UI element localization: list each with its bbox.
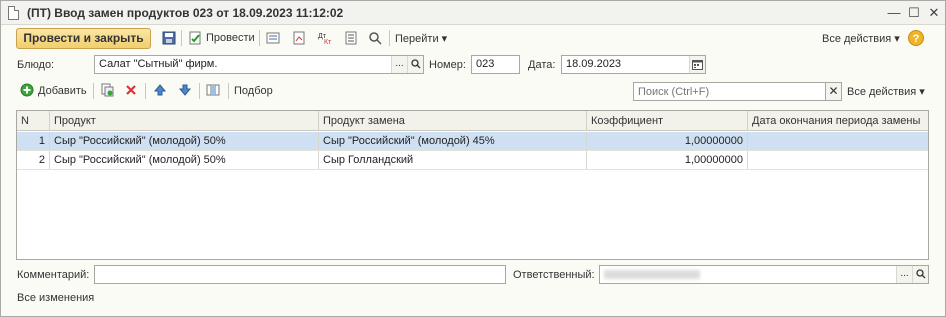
column-header-product[interactable]: Продукт — [50, 111, 319, 131]
column-header-end-date[interactable]: Дата окончания периода замены — [748, 111, 928, 131]
dish-field[interactable]: Салат "Сытный" фирм. ... — [94, 55, 424, 74]
date-field[interactable]: 18.09.2023 — [561, 55, 706, 74]
all-changes-label: Все изменения — [17, 292, 95, 304]
window-title: (ПТ) Ввод замен продуктов 023 от 18.09.2… — [27, 6, 344, 20]
toolbar-separator — [181, 30, 182, 46]
toolbar-separator — [259, 30, 260, 46]
search-icon[interactable] — [407, 56, 423, 73]
number-field[interactable]: 023 — [471, 55, 520, 74]
toolbar-separator — [389, 30, 390, 46]
post-and-close-button[interactable]: Провести и закрыть — [16, 28, 151, 49]
clear-search-icon[interactable]: ✕ — [825, 82, 842, 101]
move-up-icon[interactable] — [152, 82, 168, 98]
select-ellipsis-icon[interactable]: ... — [391, 56, 407, 73]
move-down-icon[interactable] — [177, 82, 193, 98]
report-icon[interactable] — [291, 30, 307, 46]
all-actions-menu[interactable]: Все действия ▾ — [822, 32, 900, 45]
responsible-field[interactable]: ... — [599, 265, 929, 284]
toolbar-separator — [199, 83, 200, 99]
coefficient-cell[interactable]: 1,00000000 — [587, 151, 748, 169]
dish-label: Блюдо: — [17, 59, 55, 71]
find-icon[interactable] — [367, 30, 383, 46]
product-cell[interactable]: Сыр "Российский" (молодой) 50% — [50, 132, 319, 150]
add-button[interactable]: Добавить — [38, 85, 87, 97]
product-cell[interactable]: Сыр "Российский" (молодой) 50% — [50, 151, 319, 169]
document-icon — [8, 6, 19, 20]
column-header-n[interactable]: N — [17, 111, 50, 131]
end-date-cell[interactable] — [748, 151, 928, 169]
close-button[interactable]: ✕ — [926, 5, 942, 21]
title-bar: (ПТ) Ввод замен продуктов 023 от 18.09.2… — [1, 1, 945, 25]
dt-kt-icon[interactable]: Дт Кт — [317, 30, 333, 46]
table-header: N Продукт Продукт замена Коэффициент Дат… — [17, 111, 928, 131]
date-label: Дата: — [528, 59, 556, 71]
date-value: 18.09.2023 — [566, 58, 622, 70]
toolbar-separator — [93, 83, 94, 99]
number-value: 023 — [476, 58, 495, 70]
post-button[interactable]: Провести — [206, 32, 255, 44]
post-icon[interactable] — [187, 30, 203, 46]
products-table[interactable]: N Продукт Продукт замена Коэффициент Дат… — [16, 110, 929, 260]
copy-icon[interactable] — [99, 82, 115, 98]
document-window: (ПТ) Ввод замен продуктов 023 от 18.09.2… — [0, 0, 946, 317]
delete-icon[interactable] — [123, 82, 139, 98]
column-header-replacement[interactable]: Продукт замена — [319, 111, 587, 131]
responsible-label: Ответственный: — [513, 269, 595, 281]
responsible-search-icon[interactable] — [912, 266, 928, 283]
table-row[interactable]: 1 Сыр "Российский" (молодой) 50% Сыр "Ро… — [17, 132, 928, 151]
replacement-cell[interactable]: Сыр "Российский" (молодой) 45% — [319, 132, 587, 150]
calendar-icon[interactable] — [689, 56, 705, 73]
selection-button[interactable]: Подбор — [234, 85, 273, 97]
comment-field[interactable] — [94, 265, 506, 284]
toolbar-separator — [228, 83, 229, 99]
print-icon[interactable] — [343, 30, 359, 46]
dish-value: Салат "Сытный" фирм. — [99, 58, 218, 70]
table-row[interactable]: 2 Сыр "Российский" (молодой) 50% Сыр Гол… — [17, 151, 928, 170]
blurred-responsible-name — [604, 270, 700, 279]
comment-label: Комментарий: — [17, 269, 90, 281]
structure-icon[interactable] — [265, 30, 281, 46]
toolbar-separator — [145, 83, 146, 99]
minimize-button[interactable]: — — [886, 5, 902, 21]
main-toolbar: Провести и закрыть Провести Дт Кт Перейти… — [1, 26, 945, 50]
maximize-button[interactable]: ☐ — [906, 5, 922, 21]
replacement-cell[interactable]: Сыр Голландский — [319, 151, 587, 169]
number-label: Номер: — [429, 59, 466, 71]
search-input[interactable] — [633, 82, 827, 101]
coefficient-cell[interactable]: 1,00000000 — [587, 132, 748, 150]
row-number: 1 — [17, 132, 50, 150]
row-number: 2 — [17, 151, 50, 169]
table-all-actions-menu[interactable]: Все действия ▾ — [847, 85, 925, 98]
save-icon[interactable] — [161, 30, 177, 46]
end-date-cell[interactable] — [748, 132, 928, 150]
svg-text:Кт: Кт — [324, 39, 332, 45]
help-icon[interactable]: ? — [908, 30, 924, 46]
column-header-coefficient[interactable]: Коэффициент — [587, 111, 748, 131]
responsible-ellipsis-icon[interactable]: ... — [896, 266, 912, 283]
add-icon[interactable] — [19, 82, 35, 98]
selection-icon[interactable] — [205, 82, 221, 98]
go-to-menu[interactable]: Перейти ▾ — [395, 32, 447, 45]
